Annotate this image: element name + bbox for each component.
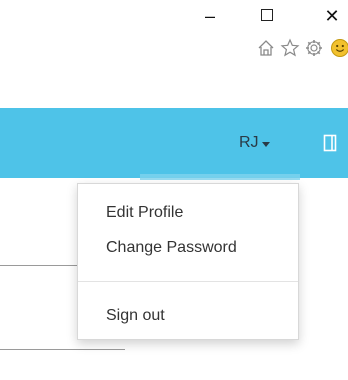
close-button[interactable]: ✕ <box>322 6 342 26</box>
app-window: – ✕ RJ Edit Profile Change Password Sign… <box>0 0 348 380</box>
close-icon: ✕ <box>324 6 340 26</box>
browser-toolbar <box>0 38 348 60</box>
app-header: RJ <box>0 108 348 180</box>
user-initials: RJ <box>239 134 259 151</box>
smiley-icon[interactable] <box>330 38 348 58</box>
maximize-icon <box>261 9 273 21</box>
caret-down-icon <box>261 141 270 147</box>
minimize-button[interactable]: – <box>200 6 220 26</box>
star-icon[interactable] <box>280 38 300 58</box>
panel-toggle-icon[interactable] <box>323 134 337 152</box>
minimize-icon: – <box>204 6 215 26</box>
gear-icon[interactable] <box>304 38 324 58</box>
maximize-button[interactable] <box>258 6 278 26</box>
home-icon[interactable] <box>256 38 276 58</box>
window-controls: – ✕ <box>0 0 348 30</box>
menu-divider <box>78 281 298 282</box>
header-highlight <box>140 174 300 180</box>
content-divider <box>0 349 125 350</box>
content-divider <box>0 265 78 266</box>
user-menu-toggle[interactable]: RJ <box>239 134 270 152</box>
menu-item-sign-out[interactable]: Sign out <box>106 307 165 325</box>
menu-item-edit-profile[interactable]: Edit Profile <box>106 204 183 222</box>
menu-item-change-password[interactable]: Change Password <box>106 239 237 257</box>
user-dropdown-menu: Edit Profile Change Password Sign out <box>77 183 299 340</box>
